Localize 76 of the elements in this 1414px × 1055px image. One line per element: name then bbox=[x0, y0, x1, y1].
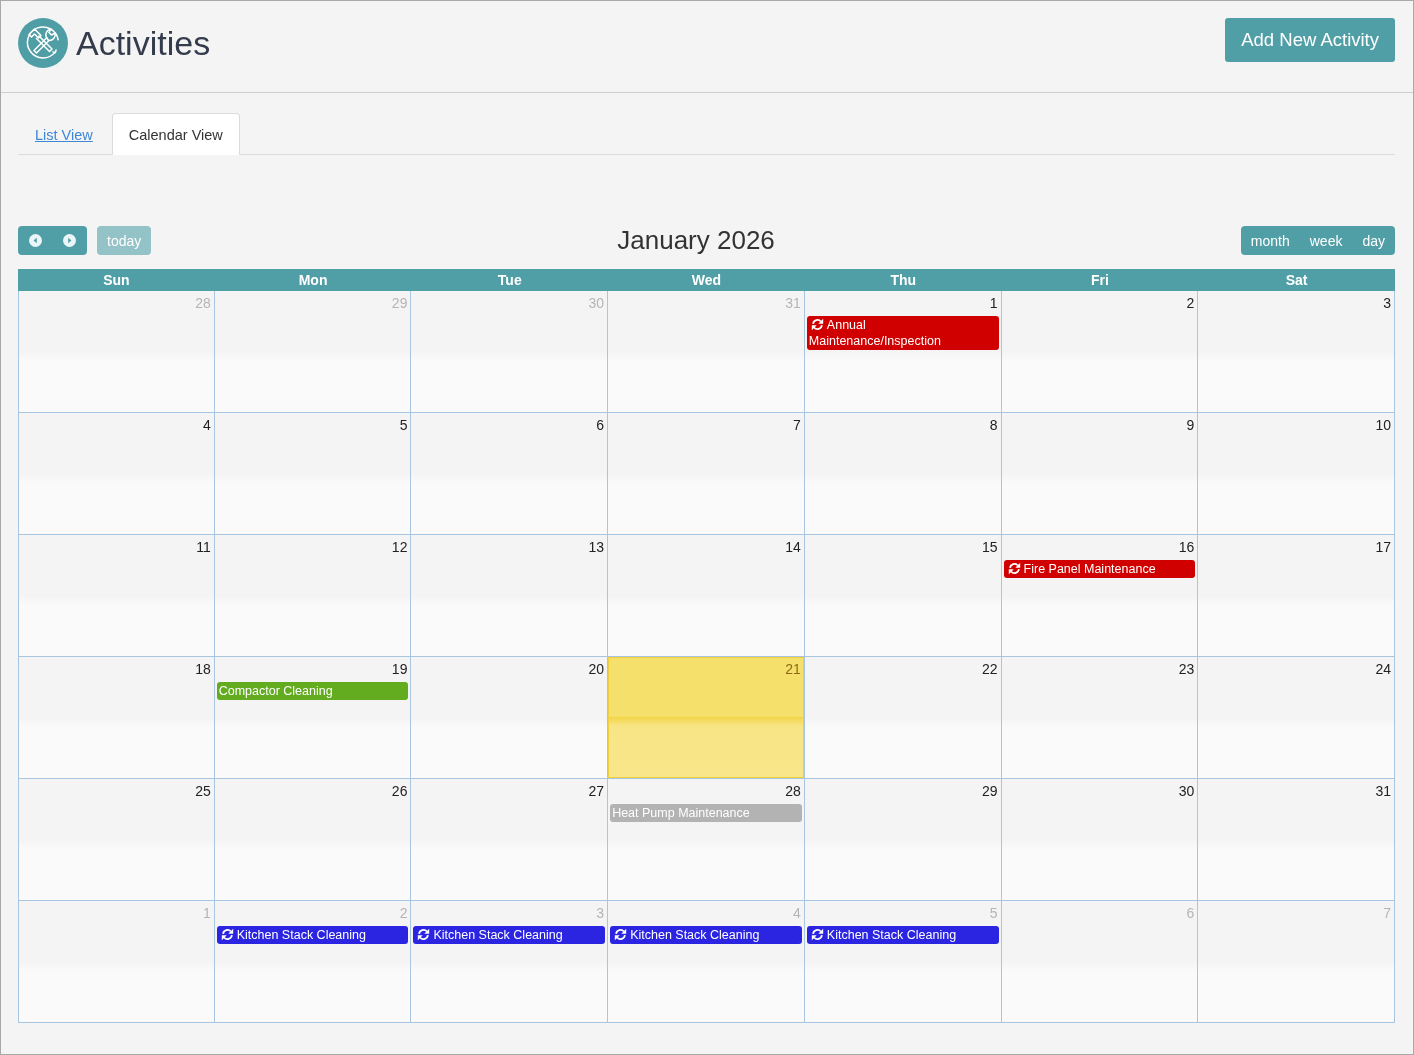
day-number: 9 bbox=[1186, 416, 1195, 434]
day-number: 7 bbox=[1383, 904, 1391, 922]
day-number: 18 bbox=[195, 660, 211, 678]
day-number: 31 bbox=[785, 294, 801, 312]
next-button[interactable] bbox=[52, 226, 87, 255]
day-number: 13 bbox=[588, 538, 605, 556]
circular-arrows-icon bbox=[220, 928, 234, 941]
circular-arrows-icon bbox=[810, 318, 824, 331]
weekday-header: Thu bbox=[804, 269, 1002, 291]
tools-logo-icon bbox=[18, 18, 68, 68]
weekday-header: Mon bbox=[214, 269, 412, 291]
day-number: 5 bbox=[399, 416, 408, 434]
day-number: 27 bbox=[588, 782, 605, 800]
day-number: 4 bbox=[793, 904, 801, 922]
weekday-header: Sat bbox=[1198, 269, 1395, 291]
previous-button[interactable] bbox=[18, 226, 53, 255]
add-activity-button[interactable]: Add New Activity bbox=[1225, 18, 1395, 62]
day-number: 25 bbox=[195, 782, 211, 800]
right-arrow-circle-icon bbox=[63, 234, 77, 247]
day-number: 30 bbox=[588, 294, 605, 312]
day-number: 11 bbox=[196, 538, 211, 556]
day-number: 23 bbox=[1178, 660, 1195, 678]
calendar-event[interactable]: Compactor Cleaning bbox=[216, 682, 409, 700]
day-number: 2 bbox=[1186, 294, 1195, 312]
day-number: 3 bbox=[1383, 294, 1391, 312]
day-number: 1 bbox=[202, 904, 211, 922]
day-number: 6 bbox=[596, 416, 605, 434]
calendar-event[interactable]: Kitchen Stack Cleaning bbox=[806, 926, 999, 944]
day-number: 24 bbox=[1375, 660, 1391, 678]
day-number: 3 bbox=[596, 904, 605, 922]
calendar-event[interactable]: Kitchen Stack Cleaning bbox=[216, 926, 409, 944]
day-number: 7 bbox=[793, 416, 801, 434]
day-number: 26 bbox=[391, 782, 408, 800]
calendar-event[interactable]: Fire Panel Maintenance bbox=[1003, 560, 1196, 578]
calendar-event[interactable]: Annual Maintenance/Inspection bbox=[806, 316, 999, 350]
view-button[interactable]: week bbox=[1299, 226, 1353, 255]
calendar-event[interactable]: Kitchen Stack Cleaning bbox=[413, 926, 606, 944]
day-number: 29 bbox=[982, 782, 998, 800]
weekday-header: Fri bbox=[1001, 269, 1199, 291]
day-number: 12 bbox=[391, 538, 408, 556]
weekday-header: Tue bbox=[411, 269, 609, 291]
day-number: 16 bbox=[1178, 538, 1195, 556]
circular-arrows-icon bbox=[810, 928, 824, 941]
day-number: 15 bbox=[982, 538, 998, 556]
day-number: 17 bbox=[1375, 538, 1391, 556]
day-number: 28 bbox=[785, 782, 801, 800]
day-number: 1 bbox=[989, 294, 998, 312]
circular-arrows-icon bbox=[417, 928, 431, 941]
day-number: 14 bbox=[785, 538, 801, 556]
day-number: 2 bbox=[399, 904, 408, 922]
view-button[interactable]: month bbox=[1240, 226, 1300, 255]
calendar-event[interactable]: Kitchen Stack Cleaning bbox=[610, 926, 802, 944]
view-tab[interactable]: List View bbox=[18, 113, 110, 155]
page-title: Activities bbox=[76, 23, 211, 64]
calendar-event[interactable]: Heat Pump Maintenance bbox=[610, 804, 802, 822]
calendar-title: January 2026 bbox=[617, 225, 775, 256]
day-number: 30 bbox=[1178, 782, 1195, 800]
day-number: 8 bbox=[989, 416, 998, 434]
day-number: 21 bbox=[785, 660, 801, 678]
day-number: 31 bbox=[1375, 782, 1391, 800]
day-number: 5 bbox=[989, 904, 998, 922]
day-number: 22 bbox=[982, 660, 998, 678]
left-arrow-circle-icon bbox=[28, 234, 42, 247]
day-number: 4 bbox=[202, 416, 211, 434]
day-number: 10 bbox=[1375, 416, 1391, 434]
day-number: 28 bbox=[195, 294, 211, 312]
day-number: 6 bbox=[1186, 904, 1195, 922]
day-number: 20 bbox=[588, 660, 605, 678]
view-button[interactable]: day bbox=[1352, 226, 1395, 255]
day-number: 29 bbox=[391, 294, 408, 312]
circular-arrows-icon bbox=[1007, 562, 1021, 575]
weekday-header: Wed bbox=[608, 269, 805, 291]
weekday-header: Sun bbox=[18, 269, 215, 291]
circular-arrows-icon bbox=[614, 928, 628, 941]
view-tab[interactable]: Calendar View bbox=[111, 113, 240, 155]
day-number: 19 bbox=[391, 660, 408, 678]
